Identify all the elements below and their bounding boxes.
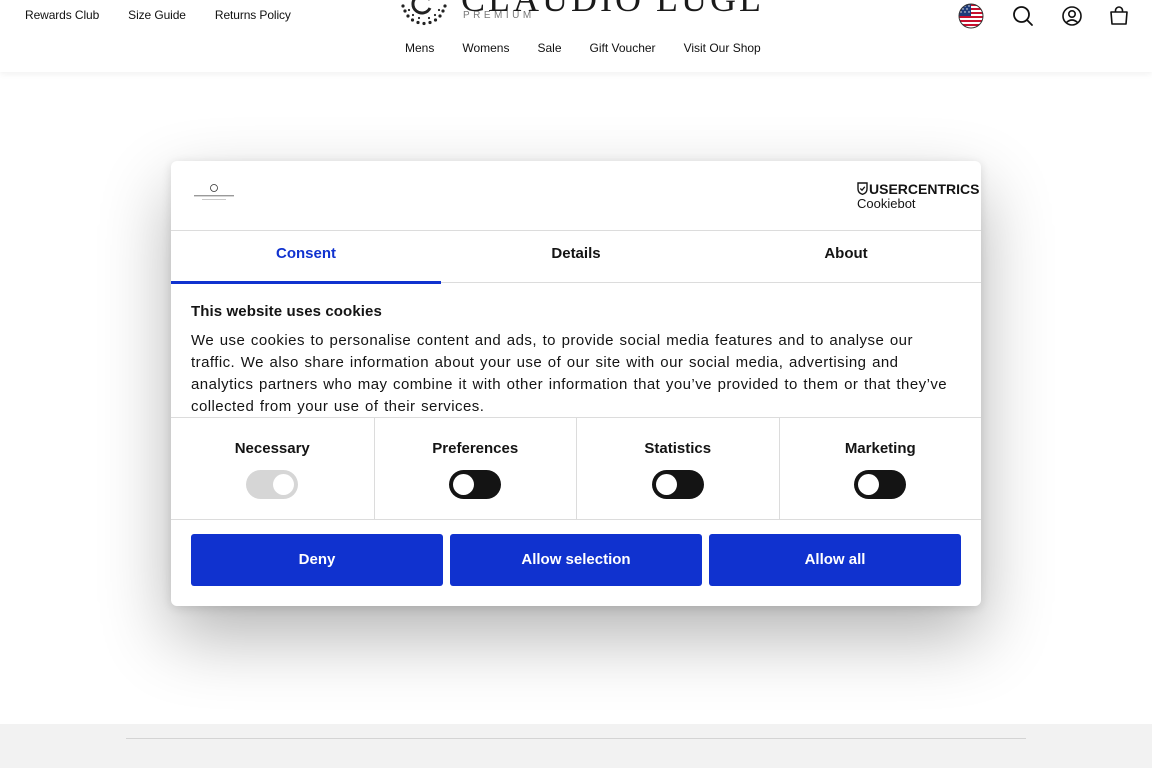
statistics-toggle[interactable] (651, 470, 704, 499)
main-nav: Mens Womens Sale Gift Voucher Visit Our … (405, 41, 761, 55)
usercentrics-wordmark: USERCENTRICS (857, 181, 979, 197)
dialog-header: USERCENTRICS Cookiebot (171, 161, 981, 231)
consent-content: This website uses cookies We use cookies… (191, 303, 961, 418)
marketing-toggle[interactable] (854, 470, 907, 499)
marketing-label: Marketing (844, 440, 916, 457)
logo-subtitle: PREMIUM (463, 10, 535, 21)
size-guide-link[interactable]: Size Guide (128, 8, 186, 22)
statistics-label: Statistics (644, 440, 712, 457)
toggle-cell-necessary: Necessary (171, 418, 374, 519)
toggle-knob (273, 474, 295, 495)
rewards-club-link[interactable]: Rewards Club (25, 8, 99, 22)
toggle-knob (453, 474, 475, 495)
consent-heading: This website uses cookies (191, 303, 382, 320)
returns-policy-link[interactable]: Returns Policy (215, 8, 291, 22)
logo-emblem-icon (401, 0, 447, 26)
necessary-label: Necessary (234, 440, 310, 457)
tab-consent[interactable]: Consent (171, 231, 441, 284)
dialog-tabs: Consent Details About (171, 231, 981, 284)
toggle-cell-preferences: Preferences (373, 418, 577, 519)
nav-womens[interactable]: Womens (462, 41, 509, 55)
preferences-toggle[interactable] (449, 470, 502, 499)
nav-sale[interactable]: Sale (537, 41, 561, 55)
preferences-label: Preferences (432, 440, 519, 457)
cookie-category-toggles: Necessary Preferences Statistics Marketi… (171, 417, 981, 520)
usercentrics-text: USERCENTRICS (869, 181, 980, 197)
dialog-actions: Deny Allow selection Allow all (191, 534, 961, 586)
footer-strip (0, 724, 1152, 768)
nav-mens[interactable]: Mens (405, 41, 434, 55)
necessary-toggle (246, 470, 299, 499)
allow-selection-button[interactable]: Allow selection (450, 534, 702, 586)
nav-visit-our-shop[interactable]: Visit Our Shop (684, 41, 761, 55)
account-icon[interactable] (1059, 3, 1085, 29)
toggle-knob (655, 474, 677, 495)
deny-button[interactable]: Deny (191, 534, 443, 586)
consent-description: We use cookies to personalise content an… (191, 332, 948, 415)
toggle-cell-marketing: Marketing (778, 418, 982, 519)
usercentrics-cookiebot-logo[interactable]: USERCENTRICS Cookiebot (857, 181, 979, 211)
site-logo-small-icon (194, 184, 234, 200)
tab-details[interactable]: Details (441, 231, 711, 283)
cookie-consent-dialog: USERCENTRICS Cookiebot Consent Details A… (171, 161, 981, 606)
utility-links: Rewards Club Size Guide Returns Policy (25, 8, 291, 22)
allow-all-button[interactable]: Allow all (709, 534, 961, 586)
shield-check-icon (857, 182, 868, 195)
bag-icon[interactable] (1106, 3, 1132, 29)
cookiebot-text: Cookiebot (857, 196, 916, 211)
toggle-cell-statistics: Statistics (576, 418, 779, 519)
nav-gift-voucher[interactable]: Gift Voucher (590, 41, 656, 55)
tab-about[interactable]: About (711, 231, 981, 283)
footer-divider (126, 738, 1026, 739)
site-logo[interactable]: CLAUDIO LUGLI PREMIUM (395, 0, 765, 26)
toggle-knob (858, 474, 880, 495)
search-icon[interactable] (1010, 3, 1036, 29)
us-flag-icon[interactable] (958, 3, 984, 29)
site-header: Rewards Club Size Guide Returns Policy C… (0, 0, 1152, 72)
